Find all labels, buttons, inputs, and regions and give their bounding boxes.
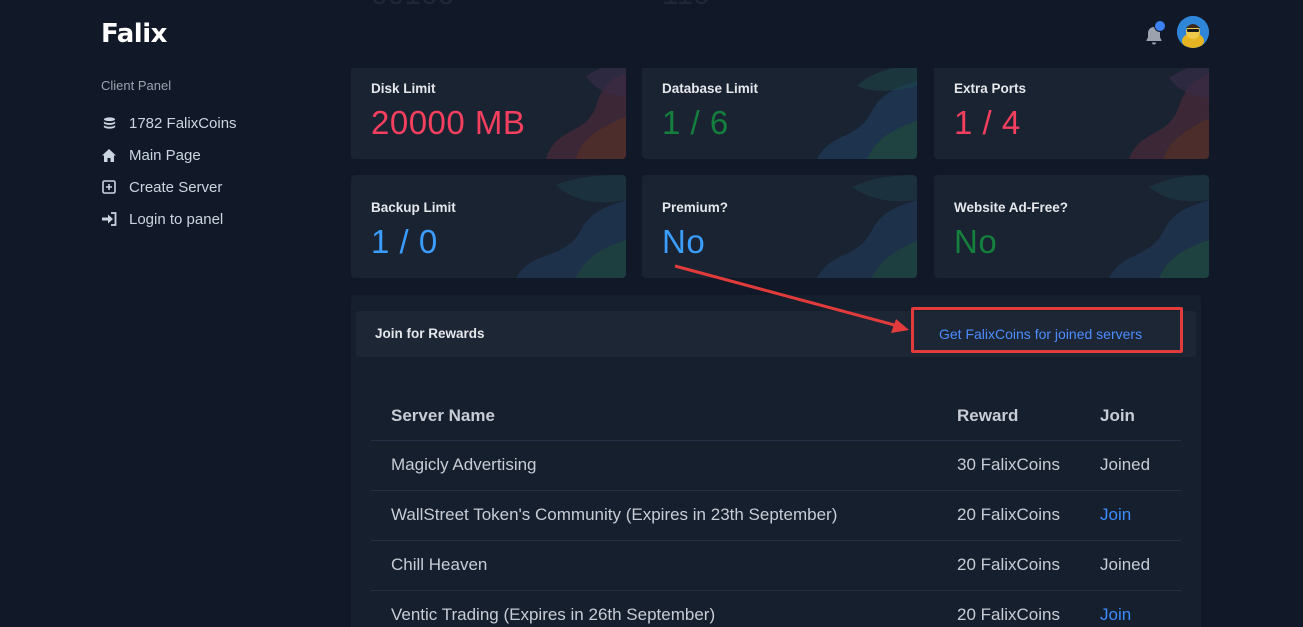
stat-value: 1 / 4 (954, 104, 1021, 141)
card-decoration (817, 175, 917, 278)
stat-value: 1 / 6 (662, 104, 729, 141)
server-reward: 30 FalixCoins (957, 455, 1060, 474)
home-icon (101, 147, 117, 163)
server-reward: 20 FalixCoins (957, 605, 1060, 624)
sidebar-item-login-to-panel[interactable]: Login to panel (101, 203, 321, 235)
stat-card-database-limit: Database Limit 1 / 6 (642, 56, 917, 159)
sidebar-item-main-page[interactable]: Main Page (101, 139, 321, 171)
column-header-reward: Reward (957, 406, 1019, 425)
server-name: Chill Heaven (391, 555, 488, 574)
sidebar-item-label: Create Server (129, 178, 223, 196)
stat-card-disk-limit: Disk Limit 20000 MB (351, 56, 626, 159)
sign-in-icon (101, 211, 117, 227)
column-header-server-name: Server Name (391, 406, 495, 425)
rewards-panel-title: Join for Rewards (375, 326, 485, 341)
page: 00100 110 Falix 00100 110 Client Panel (0, 0, 1303, 627)
card-decoration (817, 64, 917, 159)
notification-dot (1154, 20, 1166, 32)
card-decoration (1129, 61, 1209, 159)
join-status: Joined (1100, 455, 1151, 474)
avatar[interactable] (1177, 16, 1209, 48)
stat-label: Disk Limit (371, 81, 436, 96)
stat-label: Extra Ports (954, 81, 1027, 96)
stat-label: Backup Limit (371, 200, 456, 215)
rewards-table: Server Name Reward Join Magicly Advertis… (371, 391, 1181, 627)
table-header-row: Server Name Reward Join (371, 391, 1181, 441)
avatar-image (1177, 16, 1209, 48)
server-name: Magicly Advertising (391, 455, 537, 474)
scrolled-card-value-left-overlay: 00100 (371, 0, 454, 11)
brand-logo[interactable]: Falix (101, 19, 167, 49)
table-row: WallStreet Token's Community (Expires in… (371, 491, 1181, 541)
stat-label: Database Limit (662, 81, 759, 96)
stat-value: 20000 MB (371, 104, 526, 141)
sidebar-heading: Client Panel (101, 78, 172, 93)
scrolled-card-value-mid-overlay: 110 (662, 0, 710, 11)
table-row: Magicly Advertising 30 FalixCoins Joined (371, 441, 1181, 491)
stat-value: No (954, 223, 998, 260)
join-link[interactable]: Join (1100, 605, 1131, 625)
table-row: Ventic Trading (Expires in 26th Septembe… (371, 591, 1181, 627)
annotation-highlight-box (911, 307, 1183, 353)
join-link[interactable]: Join (1100, 505, 1131, 525)
sidebar: Client Panel 1782 FalixCoins Main Page C… (101, 78, 321, 235)
plus-square-icon (101, 179, 117, 195)
server-name: Ventic Trading (Expires in 26th Septembe… (391, 605, 716, 624)
stat-card-website-ad-free: Website Ad-Free? No (934, 175, 1209, 278)
join-status: Joined (1100, 555, 1151, 574)
column-header-join: Join (1100, 406, 1135, 425)
stat-card-backup-limit: Backup Limit 1 / 0 (351, 175, 626, 278)
sidebar-item-label: Main Page (129, 146, 201, 164)
sidebar-item-label: 1782 FalixCoins (129, 114, 237, 132)
sidebar-item-falixcoins[interactable]: 1782 FalixCoins (101, 107, 321, 139)
table-row: Chill Heaven 20 FalixCoins Joined (371, 541, 1181, 591)
card-decoration (516, 175, 626, 278)
card-decoration (1109, 175, 1209, 278)
top-bar: Falix 00100 110 (0, 0, 1303, 68)
coins-icon (101, 115, 117, 131)
stat-card-extra-ports: Extra Ports 1 / 4 (934, 56, 1209, 159)
sidebar-item-create-server[interactable]: Create Server (101, 171, 321, 203)
stat-value: 1 / 0 (371, 223, 438, 260)
stat-label: Website Ad-Free? (954, 200, 1069, 215)
stat-card-premium: Premium? No (642, 175, 917, 278)
stat-label: Premium? (662, 200, 729, 215)
server-name: WallStreet Token's Community (Expires in… (391, 505, 838, 524)
stat-value: No (662, 223, 706, 260)
server-reward: 20 FalixCoins (957, 505, 1060, 524)
sidebar-item-label: Login to panel (129, 210, 224, 228)
server-reward: 20 FalixCoins (957, 555, 1060, 574)
